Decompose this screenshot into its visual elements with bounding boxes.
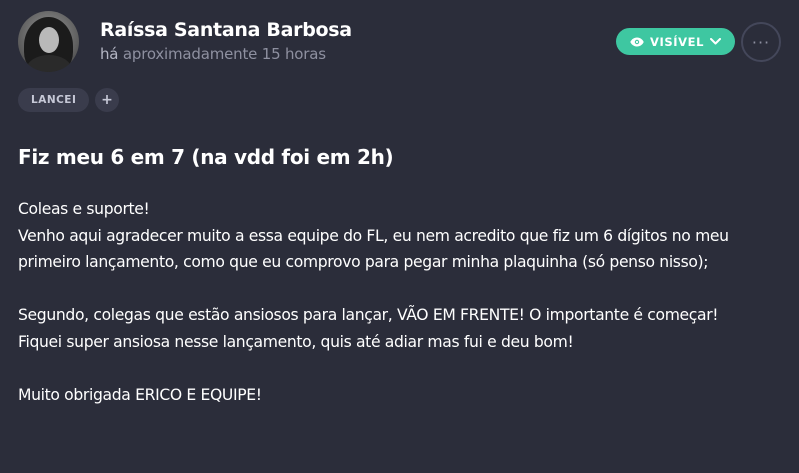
visibility-label: VISÍVEL [649,34,705,49]
post-title: Fiz meu 6 em 7 (na vdd foi em 2h) [18,145,394,169]
more-options-button[interactable]: ··· [741,22,781,62]
tag-label: LANCEI [31,94,77,106]
timestamp-prefix: há [100,45,119,63]
post-body: Coleas e suporte! Venho aqui agradecer m… [18,196,793,408]
avatar-face [39,27,59,53]
timestamp-text: aproximadamente 15 horas [122,45,326,63]
body-line: Muito obrigada ERICO E EQUIPE! [18,385,262,404]
add-tag-button[interactable]: + [95,88,119,112]
tag-chip[interactable]: LANCEI [18,88,90,112]
body-line: Segundo, colegas que estão ansiosos para… [18,306,719,324]
body-line: Fiquei super ansiosa nesse lançamento, q… [18,332,574,351]
author-name[interactable]: Raíssa Santana Barbosa [100,19,352,41]
body-line: Venho aqui agradecer muito a essa equipe… [18,226,729,272]
body-line: Coleas e suporte! [18,200,150,218]
chevron-down-icon [710,38,722,45]
plus-icon: + [101,92,113,108]
avatar[interactable] [18,11,79,72]
post-card: Raíssa Santana Barbosa há aproximadament… [0,0,799,473]
visibility-dropdown-button[interactable]: VISÍVEL [616,28,735,55]
eye-icon [630,37,644,47]
post-timestamp: há aproximadamente 15 horas [100,45,326,63]
more-dots-icon: ··· [751,32,771,52]
